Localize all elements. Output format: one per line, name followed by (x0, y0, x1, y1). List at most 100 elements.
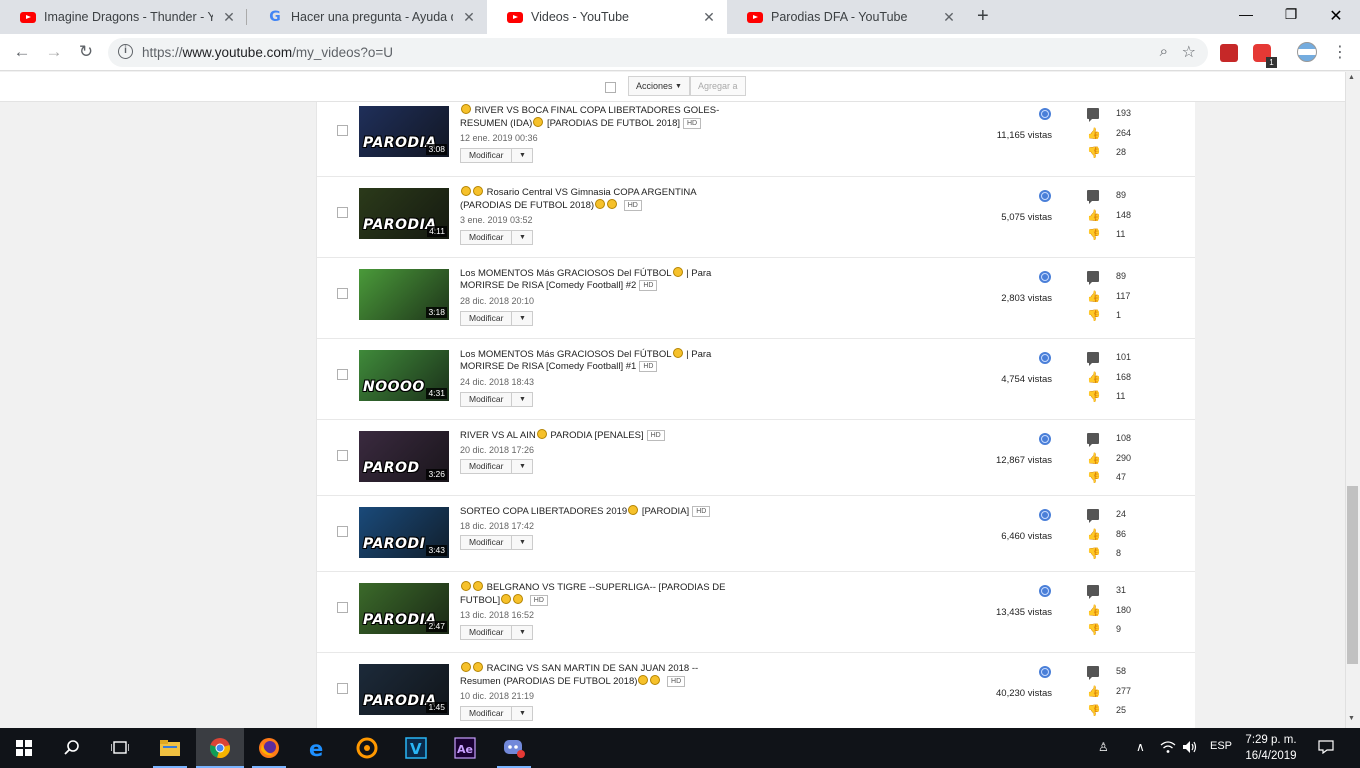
bookmark-star-icon[interactable]: ☆ (1182, 42, 1196, 62)
close-icon[interactable]: ✕ (461, 9, 477, 26)
extension-chart-icon[interactable] (1220, 44, 1238, 62)
video-thumbnail[interactable]: PARODIA 4:11 (359, 188, 449, 239)
video-title[interactable]: Los MOMENTOS Más GRACIOSOS Del FÚTBOL | … (460, 348, 730, 373)
thumbs-up-icon: 👍 (1087, 290, 1101, 303)
caret-down-icon[interactable]: ▼ (512, 460, 532, 473)
close-window-button[interactable]: ✕ (1326, 6, 1346, 26)
url-text[interactable]: https://www.youtube.com/my_videos?o=U (142, 45, 393, 60)
video-thumbnail[interactable]: PAROD 3:26 (359, 431, 449, 482)
task-view-icon[interactable] (108, 736, 132, 760)
wifi-icon[interactable] (1160, 740, 1176, 757)
firefox-icon[interactable] (257, 736, 281, 760)
caret-down-icon[interactable]: ▼ (512, 312, 532, 325)
address-bar[interactable]: i https://www.youtube.com/my_videos?o=U … (108, 38, 1208, 67)
reload-icon[interactable]: ↻ (76, 42, 96, 62)
discord-icon[interactable] (502, 736, 526, 760)
select-all-checkbox[interactable] (605, 82, 616, 93)
close-icon[interactable]: ✕ (701, 9, 717, 26)
video-row[interactable]: PARODI 3:43 SORTEO COPA LIBERTADORES 201… (317, 496, 1195, 572)
tab-hacer-pregunta[interactable]: G Hacer una pregunta - Ayuda de Y ✕ (247, 0, 487, 34)
volume-icon[interactable] (1182, 740, 1198, 757)
video-select-checkbox[interactable] (337, 288, 348, 299)
info-icon[interactable]: i (118, 44, 133, 59)
search-icon[interactable] (60, 736, 84, 760)
video-row[interactable]: PARODIA 3:08 RIVER VS BOCA FINAL COPA LI… (317, 102, 1195, 177)
comment-icon (1087, 108, 1099, 122)
scroll-down-arrow[interactable]: ▼ (1348, 715, 1355, 722)
caret-down-icon[interactable]: ▼ (512, 393, 532, 406)
modify-button[interactable]: Modificar ▼ (460, 535, 534, 550)
zoom-icon[interactable]: ⌕ (1160, 43, 1168, 60)
modify-button[interactable]: Modificar ▼ (460, 230, 534, 245)
video-row[interactable]: PAROD 3:26 RIVER VS AL AIN PARODIA [PENA… (317, 420, 1195, 496)
dislike-count: 11 (1116, 229, 1126, 239)
caret-down-icon[interactable]: ▼ (512, 626, 532, 639)
modify-button[interactable]: Modificar ▼ (460, 706, 534, 721)
people-icon[interactable]: ♙ (1098, 740, 1109, 754)
video-row[interactable]: PARODIA 2:47 BELGRANO VS TIGRE --SUPERLI… (317, 572, 1195, 653)
video-select-checkbox[interactable] (337, 602, 348, 613)
app-orange-icon[interactable] (355, 736, 379, 760)
scroll-up-arrow[interactable]: ▲ (1348, 74, 1355, 81)
hd-badge: HD (623, 200, 642, 211)
video-select-checkbox[interactable] (337, 207, 348, 218)
video-thumbnail[interactable]: PARODI 3:43 (359, 507, 449, 558)
maximize-button[interactable]: ❐ (1281, 6, 1301, 23)
video-select-checkbox[interactable] (337, 450, 348, 461)
tab-videos-youtube[interactable]: Videos - YouTube ✕ (487, 0, 727, 34)
video-thumbnail[interactable]: 3:18 (359, 269, 449, 320)
notifications-icon[interactable] (1318, 740, 1334, 757)
video-select-checkbox[interactable] (337, 369, 348, 380)
close-icon[interactable]: ✕ (941, 9, 957, 26)
edge-icon[interactable]: e (306, 736, 330, 760)
chevron-up-icon[interactable]: ∧ (1136, 740, 1145, 754)
windows-start-icon[interactable] (12, 736, 36, 760)
video-title[interactable]: RIVER VS BOCA FINAL COPA LIBERTADORES GO… (460, 104, 730, 130)
modify-button[interactable]: Modificar ▼ (460, 311, 534, 326)
video-title[interactable]: Rosario Central VS Gimnasia COPA ARGENTI… (460, 186, 730, 212)
menu-dots-icon[interactable]: ⋮ (1332, 42, 1348, 62)
chrome-icon[interactable] (208, 736, 232, 760)
tab-imagine-dragons[interactable]: Imagine Dragons - Thunder - You ✕ (0, 0, 247, 34)
after-effects-icon[interactable]: Ae (453, 736, 477, 760)
video-thumbnail[interactable]: PARODIA 2:47 (359, 583, 449, 634)
forward-arrow-icon[interactable]: → (44, 42, 64, 62)
caret-down-icon[interactable]: ▼ (512, 231, 532, 244)
video-thumbnail[interactable]: PARODIA 1:45 (359, 664, 449, 715)
caret-down-icon[interactable]: ▼ (512, 536, 532, 549)
close-icon[interactable]: ✕ (221, 9, 237, 26)
video-row[interactable]: NOOOO 4:31 Los MOMENTOS Más GRACIOSOS De… (317, 339, 1195, 420)
modify-button[interactable]: Modificar ▼ (460, 625, 534, 640)
extension-icon[interactable]: 1 (1253, 44, 1277, 68)
language-indicator[interactable]: ESP (1210, 740, 1232, 752)
video-title[interactable]: SORTEO COPA LIBERTADORES 2019 [PARODIA] H… (460, 505, 730, 518)
tab-parodias-dfa[interactable]: Parodias DFA - YouTube ✕ (727, 0, 967, 34)
scrollbar-thumb[interactable] (1347, 486, 1358, 664)
modify-button[interactable]: Modificar ▼ (460, 459, 534, 474)
caret-down-icon[interactable]: ▼ (512, 149, 532, 162)
video-select-checkbox[interactable] (337, 125, 348, 136)
video-title[interactable]: Los MOMENTOS Más GRACIOSOS Del FÚTBOL | … (460, 267, 730, 292)
modify-button[interactable]: Modificar ▼ (460, 392, 534, 407)
modify-button[interactable]: Modificar ▼ (460, 148, 534, 163)
video-thumbnail[interactable]: NOOOO 4:31 (359, 350, 449, 401)
new-tab-button[interactable]: + (977, 5, 989, 28)
back-arrow-icon[interactable]: ← (12, 42, 32, 62)
caret-down-icon[interactable]: ▼ (512, 707, 532, 720)
video-select-checkbox[interactable] (337, 683, 348, 694)
minimize-button[interactable]: — (1236, 6, 1256, 22)
video-row[interactable]: 3:18 Los MOMENTOS Más GRACIOSOS Del FÚTB… (317, 258, 1195, 339)
video-row[interactable]: PARODIA 4:11 Rosario Central VS Gimnasia… (317, 177, 1195, 258)
profile-avatar[interactable] (1297, 42, 1317, 62)
video-row[interactable]: PARODIA 1:45 RACING VS SAN MARTIN DE SAN… (317, 653, 1195, 728)
file-explorer-icon[interactable] (158, 736, 182, 760)
video-title[interactable]: RACING VS SAN MARTIN DE SAN JUAN 2018 --… (460, 662, 730, 688)
video-title[interactable]: BELGRANO VS TIGRE --SUPERLIGA-- [PARODIA… (460, 581, 730, 607)
video-title[interactable]: RIVER VS AL AIN PARODIA [PENALES] HD (460, 429, 730, 442)
video-thumbnail[interactable]: PARODIA 3:08 (359, 106, 449, 157)
video-select-checkbox[interactable] (337, 526, 348, 537)
vegas-icon[interactable]: V (404, 736, 428, 760)
add-to-button[interactable]: Agregar a (690, 76, 746, 96)
actions-dropdown[interactable]: Acciones ▼ (628, 76, 690, 96)
system-clock[interactable]: 7:29 p. m. 16/4/2019 (1240, 732, 1302, 764)
